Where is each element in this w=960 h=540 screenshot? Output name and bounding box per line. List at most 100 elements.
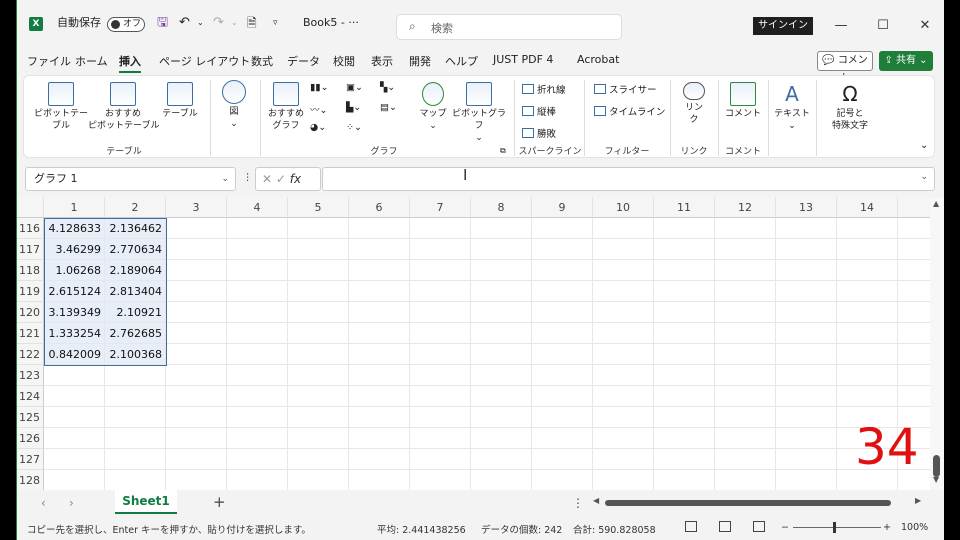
grid-cell[interactable] [715,302,776,323]
column-header[interactable]: 6 [349,197,410,218]
grid-cell[interactable] [410,449,471,470]
grid-cell[interactable] [532,323,593,344]
enter-icon[interactable]: ✓ [276,172,286,186]
horizontal-scrollbar[interactable]: ◀ ▶ [593,496,923,506]
grid-cell[interactable] [288,386,349,407]
tab-view[interactable]: 表示 [371,53,393,69]
cancel-icon[interactable]: ✕ [262,172,272,186]
normal-view-icon[interactable] [685,521,697,532]
grid-cell[interactable] [715,407,776,428]
zoom-in-button[interactable]: + [883,522,891,533]
signin-button[interactable]: サインイン [753,17,813,35]
recommended-pivot-button[interactable]: おすすめ ピボットテーブル [88,82,159,132]
row-header[interactable]: 127 [17,449,44,470]
undo-icon[interactable]: ↶ [179,14,190,32]
grid-cell[interactable] [898,260,932,281]
scatter-chart-button[interactable]: ⁘⌄ [346,122,362,133]
column-header[interactable]: 11 [654,197,715,218]
grid-cell[interactable] [471,218,532,239]
row-header[interactable]: 116 [17,218,44,239]
grid-cell[interactable] [898,239,932,260]
row-header[interactable]: 117 [17,239,44,260]
page-layout-view-icon[interactable] [719,521,731,532]
link-button[interactable]: リン ク [676,82,712,126]
grid-cell[interactable] [532,449,593,470]
grid-cell[interactable] [715,218,776,239]
column-header[interactable]: 10 [593,197,654,218]
column-header[interactable]: 3 [166,197,227,218]
grid-cell[interactable] [166,470,227,490]
timeline-button[interactable]: タイムライン [594,104,665,118]
grid-cell[interactable] [410,218,471,239]
expand-formula-icon[interactable]: ⌄ [920,172,928,182]
hierarchy-chart-button[interactable]: ▣⌄ [346,82,363,93]
grid-cell[interactable] [288,407,349,428]
grid-cell[interactable] [227,239,288,260]
sparkline-line-button[interactable]: 折れ線 [522,82,566,96]
grid-cell[interactable] [471,365,532,386]
grid-cell[interactable] [166,365,227,386]
grid-cell[interactable] [227,323,288,344]
redo-icon[interactable]: ↷ [213,14,224,32]
status-count[interactable]: データの個数: 242 [481,522,562,536]
grid-cell[interactable] [654,365,715,386]
grid-cell[interactable] [776,344,837,365]
grid-cell[interactable] [654,281,715,302]
status-sum[interactable]: 合計: 590.828058 [573,522,656,536]
grid-cell[interactable] [776,239,837,260]
grid-cell[interactable] [166,386,227,407]
next-sheet-icon[interactable]: › [69,496,74,510]
grid-cell[interactable] [715,449,776,470]
scroll-left-icon[interactable]: ◀ [593,496,599,505]
grid-cell[interactable] [166,281,227,302]
grid-cell[interactable] [410,365,471,386]
grid-cell[interactable] [410,407,471,428]
slicer-button[interactable]: スライサー [594,82,657,96]
tab-help[interactable]: ヘルプ [445,53,478,69]
grid-cell[interactable] [471,260,532,281]
grid-cell[interactable] [166,344,227,365]
scroll-down-icon[interactable]: ▼ [933,475,939,484]
zoom-level[interactable]: 100% [901,522,928,533]
tab-data[interactable]: データ [287,53,320,69]
grid-cell[interactable] [776,449,837,470]
grid-cell[interactable] [593,302,654,323]
pivot-table-button[interactable]: ピボットテー ブル [30,82,92,132]
sparkline-column-button[interactable]: 縦棒 [522,104,556,118]
grid-cell[interactable] [532,386,593,407]
grid-cell[interactable] [593,260,654,281]
grid-cell[interactable] [105,470,166,490]
comment-button[interactable]: 💬 コメント [817,51,873,84]
grid-cell[interactable] [105,407,166,428]
grid-cell[interactable] [349,239,410,260]
grid-cell[interactable] [532,302,593,323]
scroll-right-icon[interactable]: ▶ [915,496,921,505]
map-button[interactable]: マップ ⌄ [416,82,450,132]
grid-cell[interactable] [471,386,532,407]
grid-cell[interactable] [166,260,227,281]
name-box[interactable]: グラフ 1 ⌄ [25,167,236,191]
grid-cell[interactable] [654,386,715,407]
grid-cell[interactable] [593,428,654,449]
column-header[interactable]: 14 [837,197,898,218]
grid-cell[interactable] [532,239,593,260]
grid-cell[interactable] [166,302,227,323]
grid-cell[interactable] [349,365,410,386]
share-button[interactable]: ⇪ 共有 ⌄ [879,51,933,71]
grid-cell[interactable] [776,281,837,302]
grid-cell[interactable] [227,407,288,428]
grid-cell[interactable] [715,281,776,302]
grid-cell[interactable] [227,428,288,449]
grid-cell[interactable] [837,260,898,281]
row-header[interactable]: 120 [17,302,44,323]
tab-acrobat[interactable]: Acrobat [577,53,619,66]
grid-cell[interactable] [898,323,932,344]
grid-cell[interactable] [532,260,593,281]
grid-cell[interactable] [837,386,898,407]
table-button[interactable]: テーブル [158,82,202,120]
undo-dropdown-icon[interactable]: ⌄ [197,14,204,32]
grid-cell[interactable] [288,344,349,365]
grid-cell[interactable] [44,386,105,407]
grid-cell[interactable] [105,386,166,407]
grid-cell[interactable] [349,302,410,323]
